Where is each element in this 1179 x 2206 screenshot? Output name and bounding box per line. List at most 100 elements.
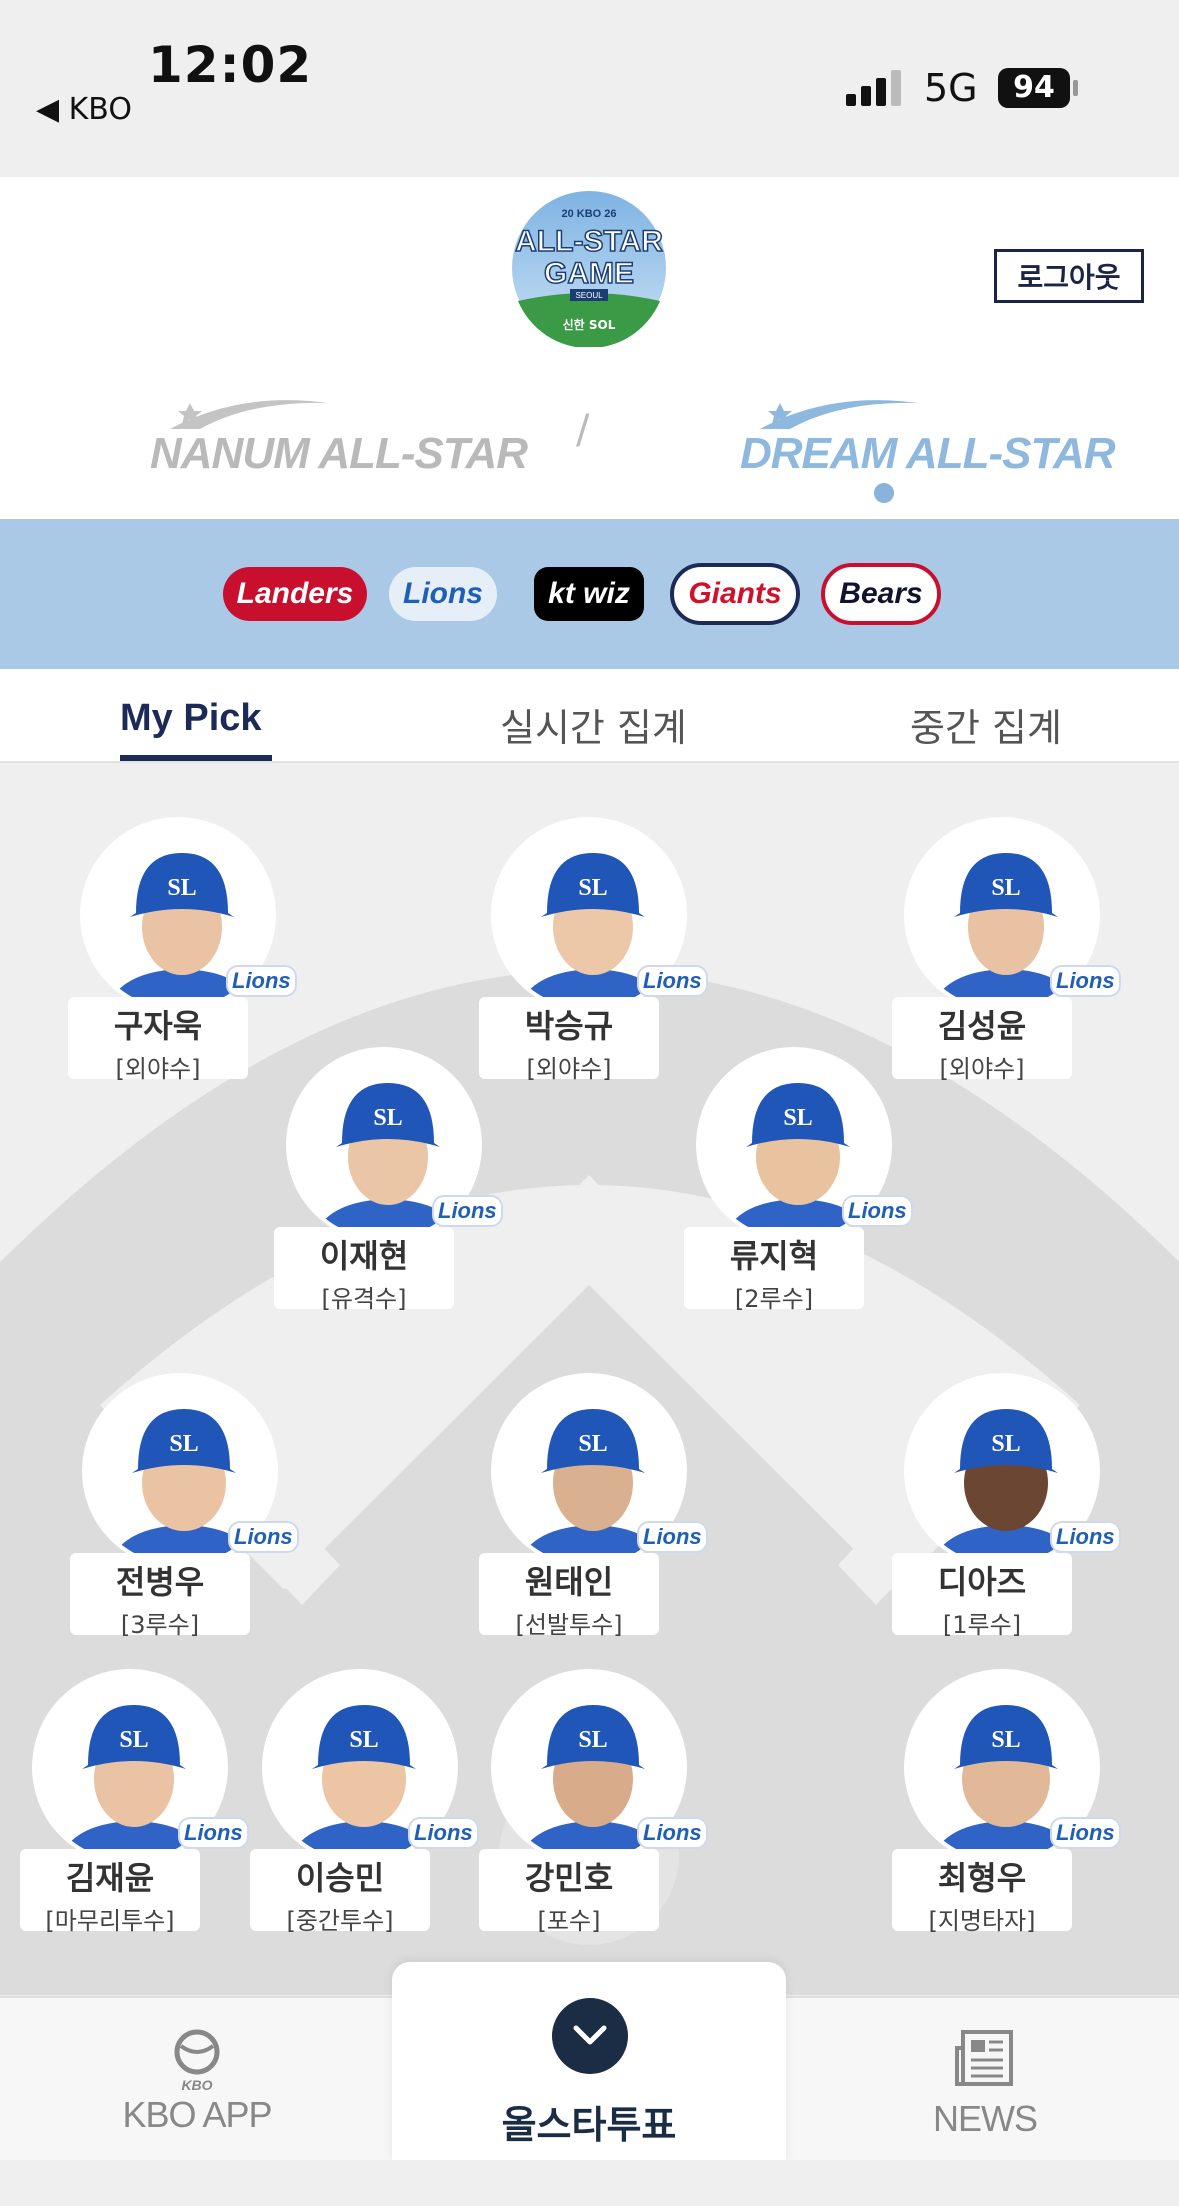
player-name: 전병우: [115, 1563, 205, 1601]
player-nameplate: 김성윤 [외야수]: [892, 997, 1072, 1083]
svg-text:SL: SL: [991, 1431, 1020, 1457]
baseball-field-lineup: SL Lions 구자욱 [외야수] SL Lions 박승규 [외야수] SL…: [0, 765, 1179, 1995]
dream-allstar-label: DREAM ALL-STAR: [740, 429, 1116, 478]
player-nameplate: 류지혁 [2루수]: [684, 1227, 864, 1313]
dream-allstar-tab[interactable]: DREAM ALL-STAR: [740, 395, 1116, 478]
lions-team-badge: Lions: [178, 1817, 249, 1849]
lions-team-badge: Lions: [432, 1195, 503, 1227]
nav-news[interactable]: NEWS: [910, 2028, 1060, 2140]
player-position: [1루수]: [942, 1611, 1022, 1639]
svg-text:SL: SL: [991, 1727, 1020, 1753]
nav-kbo-app-label: KBO APP: [122, 2094, 272, 2135]
svg-text:SL: SL: [167, 875, 196, 901]
club-lions[interactable]: Lions: [378, 547, 508, 641]
club-landers[interactable]: Landers: [222, 547, 368, 641]
battery-cap: [1073, 80, 1078, 96]
lions-team-badge: Lions: [408, 1817, 479, 1849]
player-card[interactable]: SL Lions 디아즈 [1루수]: [884, 1373, 1121, 1643]
status-time: 12:02: [148, 36, 313, 94]
player-name: 류지혁: [729, 1237, 819, 1275]
player-card[interactable]: SL Lions 전병우 [3루수]: [62, 1373, 299, 1643]
allstar-game-logo[interactable]: 20 KBO 26 ALL-STAR GAME SEOUL 신한 SOL: [510, 189, 668, 347]
player-card[interactable]: SL Lions 강민호 [포수]: [471, 1669, 708, 1939]
player-name: 구자욱: [113, 1007, 203, 1045]
player-name: 박승규: [524, 1007, 614, 1045]
kbo-app-icon: KBO: [174, 2029, 220, 2093]
player-name: 원태인: [524, 1563, 614, 1601]
player-nameplate: 강민호 [포수]: [479, 1849, 659, 1935]
vote-tabs: My Pick 실시간 집계 중간 집계: [0, 669, 1179, 763]
lions-team-badge: Lions: [637, 965, 708, 997]
player-nameplate: 이재현 [유격수]: [274, 1227, 454, 1313]
svg-text:SL: SL: [169, 1431, 198, 1457]
club-giants[interactable]: Giants: [670, 547, 800, 641]
vote-toggle-button[interactable]: [552, 1998, 628, 2074]
svg-text:SL: SL: [783, 1105, 812, 1131]
status-bar: 12:02 ◀ KBO 5G 94: [0, 0, 1179, 177]
player-nameplate: 전병우 [3루수]: [70, 1553, 250, 1639]
lions-logo: Lions: [389, 567, 497, 621]
player-position: [3루수]: [120, 1611, 200, 1639]
player-card[interactable]: SL Lions 박승규 [외야수]: [471, 817, 708, 1087]
player-name: 디아즈: [937, 1563, 1027, 1601]
player-card[interactable]: SL Lions 김성윤 [외야수]: [884, 817, 1121, 1087]
player-position: [지명타자]: [928, 1907, 1036, 1935]
player-card[interactable]: SL Lions 이승민 [중간투수]: [242, 1669, 479, 1939]
nav-allstar-vote-label: 올스타투표: [501, 2103, 677, 2147]
back-to-app-link[interactable]: ◀ KBO: [36, 92, 132, 127]
lions-team-badge: Lions: [1050, 1521, 1121, 1553]
logo-main-text-2: GAME: [544, 257, 634, 290]
svg-text:SL: SL: [991, 875, 1020, 901]
player-card[interactable]: SL Lions 원태인 [선발투수]: [471, 1373, 708, 1643]
nav-allstar-vote[interactable]: 올스타투표: [392, 1962, 786, 2162]
player-nameplate: 최형우 [지명타자]: [892, 1849, 1072, 1935]
player-position: [마무리투수]: [45, 1907, 175, 1935]
giants-logo: Giants: [670, 563, 800, 625]
player-card[interactable]: SL Lions 최형우 [지명타자]: [884, 1669, 1121, 1939]
logo-sponsor-text: 신한 SOL: [563, 317, 616, 332]
player-nameplate: 박승규 [외야수]: [479, 997, 659, 1083]
selected-team-indicator: [874, 483, 894, 503]
player-card[interactable]: SL Lions 구자욱 [외야수]: [60, 817, 297, 1087]
svg-text:SL: SL: [578, 1431, 607, 1457]
club-ktwiz[interactable]: kt wiz: [524, 547, 654, 641]
player-nameplate: 원태인 [선발투수]: [479, 1553, 659, 1639]
player-name: 김재윤: [65, 1859, 155, 1897]
logout-button[interactable]: 로그아웃: [994, 249, 1144, 303]
lions-team-badge: Lions: [637, 1817, 708, 1849]
home-indicator-area: [0, 2160, 1179, 2206]
nanum-allstar-tab[interactable]: NANUM ALL-STAR: [150, 395, 528, 478]
tab-my-pick[interactable]: My Pick: [120, 697, 262, 740]
tab-live-count[interactable]: 실시간 집계: [500, 697, 687, 752]
header: 20 KBO 26 ALL-STAR GAME SEOUL 신한 SOL 로그아…: [0, 177, 1179, 519]
network-type: 5G: [924, 66, 978, 110]
player-name: 이재현: [319, 1237, 409, 1275]
svg-text:SL: SL: [119, 1727, 148, 1753]
dream-swoosh-icon: [760, 400, 918, 429]
svg-text:SL: SL: [578, 1727, 607, 1753]
player-card[interactable]: SL Lions 김재윤 [마무리투수]: [12, 1669, 249, 1939]
player-nameplate: 이승민 [중간투수]: [250, 1849, 430, 1935]
svg-text:SL: SL: [578, 875, 607, 901]
player-card[interactable]: SL Lions 류지혁 [2루수]: [676, 1047, 913, 1317]
player-position: [외야수]: [939, 1055, 1025, 1083]
nav-news-label: NEWS: [933, 2098, 1038, 2139]
tab-active-underline: [120, 755, 272, 761]
logo-top-text: 20 KBO 26: [561, 208, 616, 220]
lions-team-badge: Lions: [1050, 965, 1121, 997]
logo-main-text-1: ALL-STAR: [515, 225, 663, 258]
ktwiz-logo: kt wiz: [534, 567, 644, 621]
tab-interim-count[interactable]: 중간 집계: [910, 697, 1062, 752]
landers-logo: Landers: [222, 567, 368, 621]
svg-text:KBO: KBO: [181, 2077, 212, 2093]
player-position: [외야수]: [526, 1055, 612, 1083]
bears-logo: Bears: [821, 563, 941, 625]
player-card[interactable]: SL Lions 이재현 [유격수]: [266, 1047, 503, 1317]
player-nameplate: 김재윤 [마무리투수]: [20, 1849, 200, 1935]
lions-team-badge: Lions: [637, 1521, 708, 1553]
player-position: [유격수]: [321, 1285, 407, 1313]
team-separator: /: [576, 407, 590, 453]
nav-kbo-app[interactable]: KBO KBO APP: [122, 2028, 273, 2136]
player-name: 강민호: [524, 1859, 614, 1897]
club-bears[interactable]: Bears: [816, 547, 946, 641]
